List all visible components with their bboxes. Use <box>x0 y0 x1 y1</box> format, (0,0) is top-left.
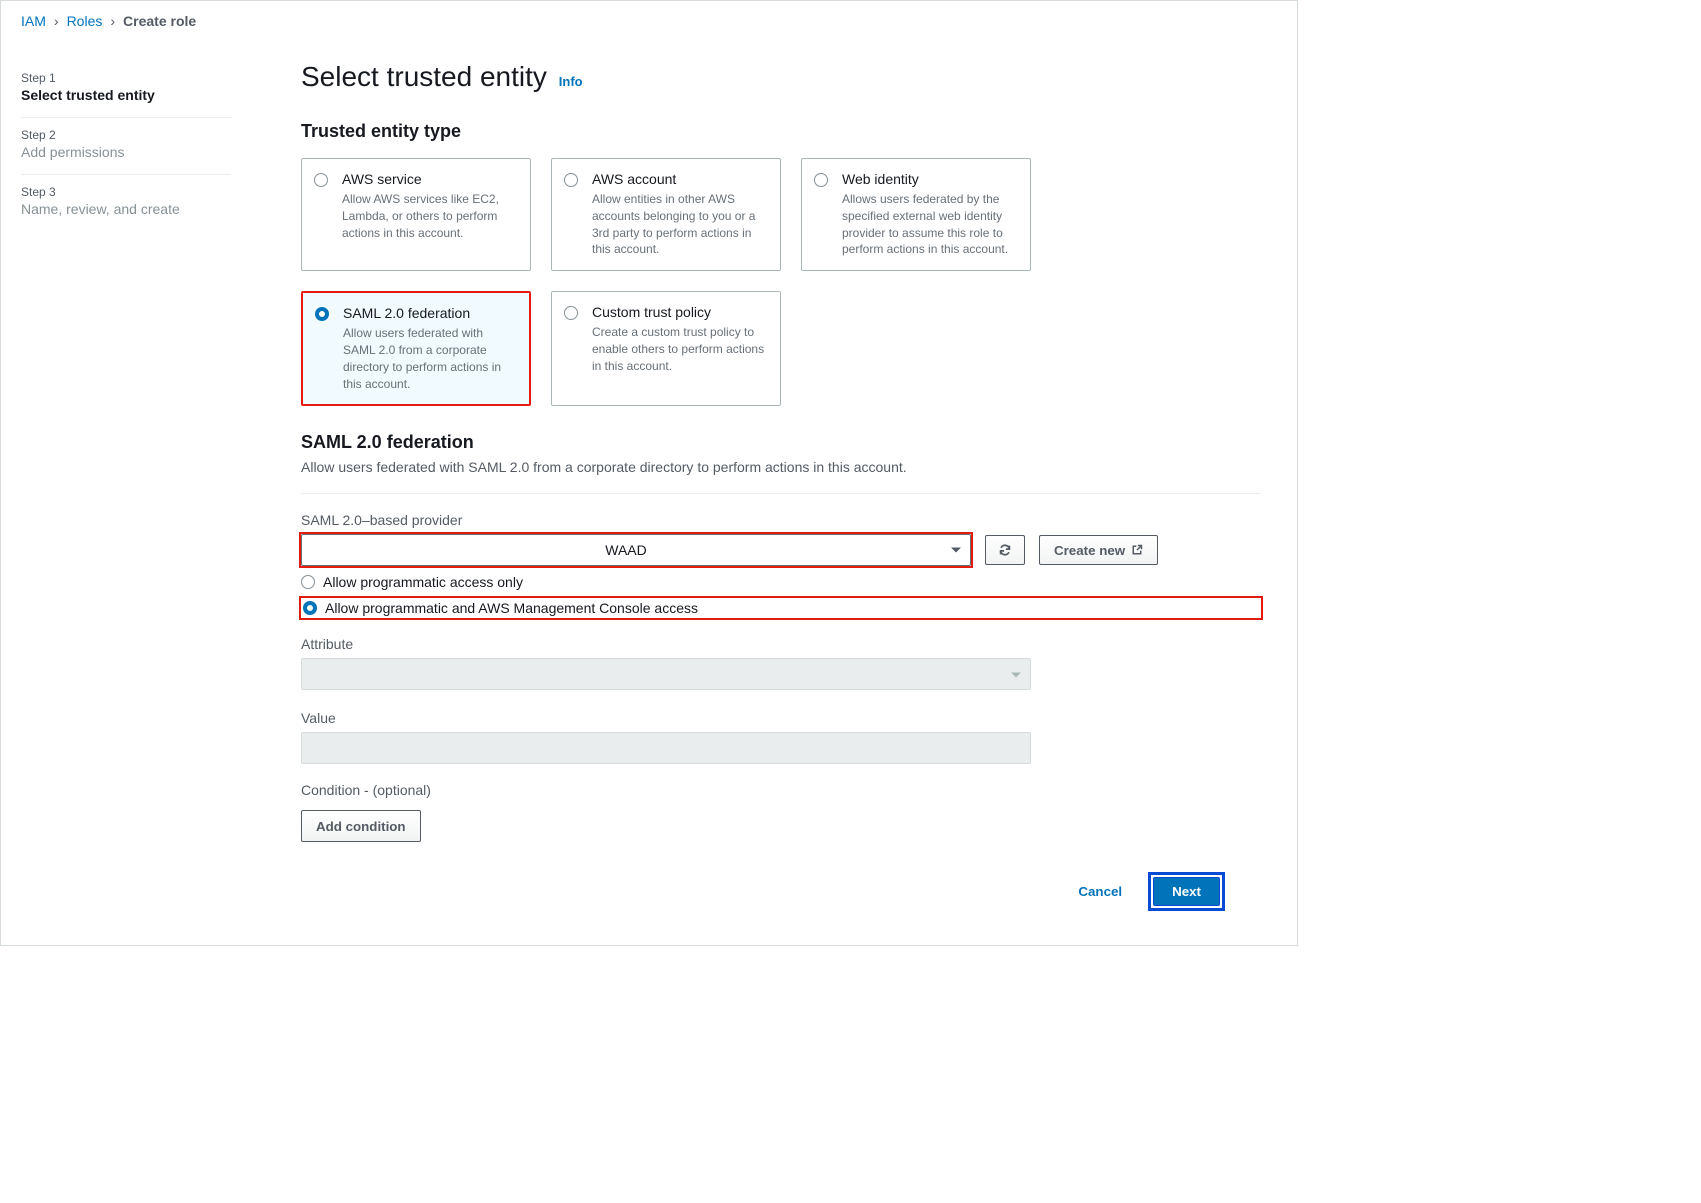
provider-label: SAML 2.0–based provider <box>301 512 1261 528</box>
breadcrumb-current: Create role <box>123 13 196 29</box>
radio-icon <box>564 306 578 320</box>
wizard-step-2[interactable]: Step 2 Add permissions <box>21 118 231 175</box>
attribute-select <box>301 658 1031 690</box>
step-label: Step 1 <box>21 71 231 85</box>
saml-desc: Allow users federated with SAML 2.0 from… <box>301 459 1261 494</box>
wizard-steps-sidebar: Step 1 Select trusted entity Step 2 Add … <box>1 37 231 921</box>
access-option-programmatic-only[interactable]: Allow programmatic access only <box>301 574 1261 590</box>
entity-title: Custom trust policy <box>592 304 768 320</box>
next-button-highlight: Next <box>1148 872 1225 911</box>
breadcrumb: IAM › Roles › Create role <box>1 1 1297 37</box>
saml-heading: SAML 2.0 federation <box>301 432 1261 453</box>
entity-title: Web identity <box>842 171 1018 187</box>
entity-title: SAML 2.0 federation <box>343 305 517 321</box>
entity-type-heading: Trusted entity type <box>301 121 1261 142</box>
step-title: Add permissions <box>21 144 231 160</box>
radio-icon <box>314 173 328 187</box>
cancel-button[interactable]: Cancel <box>1066 872 1134 911</box>
wizard-step-3[interactable]: Step 3 Name, review, and create <box>21 175 231 231</box>
radio-icon <box>564 173 578 187</box>
access-option-label: Allow programmatic access only <box>323 574 523 590</box>
value-label: Value <box>301 710 1261 726</box>
entity-desc: Create a custom trust policy to enable o… <box>592 324 768 374</box>
chevron-down-icon <box>951 548 961 553</box>
breadcrumb-roles[interactable]: Roles <box>67 13 103 29</box>
radio-icon <box>301 575 315 589</box>
next-button[interactable]: Next <box>1153 877 1220 906</box>
saml-provider-select-wrap: WAAD <box>301 534 971 566</box>
entity-option-aws-service[interactable]: AWS service Allow AWS services like EC2,… <box>301 158 531 271</box>
create-new-button[interactable]: Create new <box>1039 535 1158 565</box>
access-option-programmatic-and-console[interactable]: Allow programmatic and AWS Management Co… <box>301 598 1261 618</box>
entity-title: AWS account <box>592 171 768 187</box>
access-option-label: Allow programmatic and AWS Management Co… <box>325 600 698 616</box>
external-link-icon <box>1131 544 1143 556</box>
step-title: Select trusted entity <box>21 87 231 103</box>
entity-option-web-identity[interactable]: Web identity Allows users federated by t… <box>801 158 1031 271</box>
chevron-right-icon: › <box>110 13 115 29</box>
entity-desc: Allow AWS services like EC2, Lambda, or … <box>342 191 518 241</box>
chevron-down-icon <box>1011 673 1021 678</box>
step-label: Step 2 <box>21 128 231 142</box>
radio-icon <box>814 173 828 187</box>
breadcrumb-iam[interactable]: IAM <box>21 13 46 29</box>
entity-desc: Allows users federated by the specified … <box>842 191 1018 258</box>
entity-desc: Allow entities in other AWS accounts bel… <box>592 191 768 258</box>
refresh-button[interactable] <box>985 535 1025 565</box>
chevron-right-icon: › <box>54 13 59 29</box>
radio-icon <box>303 601 317 615</box>
entity-option-custom-trust-policy[interactable]: Custom trust policy Create a custom trus… <box>551 291 781 406</box>
page-title: Select trusted entity <box>301 61 547 92</box>
add-condition-button[interactable]: Add condition <box>301 810 421 842</box>
saml-provider-select[interactable]: WAAD <box>301 534 971 566</box>
refresh-icon <box>998 543 1012 557</box>
attribute-label: Attribute <box>301 636 1261 652</box>
step-title: Name, review, and create <box>21 201 231 217</box>
step-label: Step 3 <box>21 185 231 199</box>
wizard-step-1[interactable]: Step 1 Select trusted entity <box>21 61 231 118</box>
create-new-label: Create new <box>1054 543 1125 558</box>
entity-option-saml-federation[interactable]: SAML 2.0 federation Allow users federate… <box>301 291 531 406</box>
entity-title: AWS service <box>342 171 518 187</box>
info-link[interactable]: Info <box>559 74 583 89</box>
condition-label: Condition - (optional) <box>301 782 1261 798</box>
entity-option-aws-account[interactable]: AWS account Allow entities in other AWS … <box>551 158 781 271</box>
entity-desc: Allow users federated with SAML 2.0 from… <box>343 325 517 392</box>
value-input <box>301 732 1031 764</box>
radio-icon <box>315 307 329 321</box>
